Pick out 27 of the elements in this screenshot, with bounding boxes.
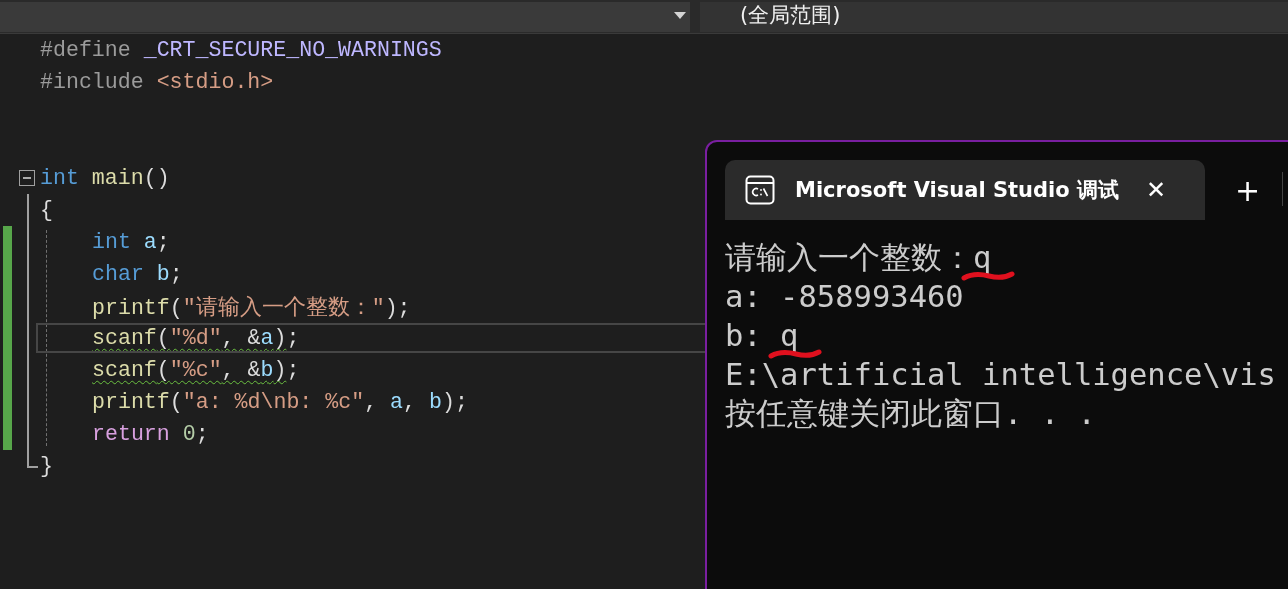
- collapse-icon[interactable]: [19, 170, 35, 186]
- code-line: printf("请输入一个整数：");: [91, 294, 411, 321]
- code-line: return 0;: [91, 422, 209, 446]
- console-text: E:\artificial intelligence\vis: [725, 357, 1276, 392]
- console-text: q: [973, 240, 992, 275]
- caret-icon: [674, 12, 686, 19]
- console-text: 请输入一个整数：: [725, 240, 973, 275]
- code-line: printf("a: %d\nb: %c", a, b);: [91, 390, 468, 414]
- console-text: a: -858993460: [725, 279, 964, 314]
- code-line: scanf("%c", &b);: [91, 358, 300, 382]
- code-line: int main(): [40, 166, 170, 190]
- console-text: q: [780, 318, 799, 353]
- tab-title: Microsoft Visual Studio 调试: [795, 177, 1121, 204]
- code-line: {: [40, 198, 53, 222]
- terminal-icon: [745, 175, 775, 205]
- code-line: #include <stdio.h>: [40, 70, 274, 94]
- code-line: scanf("%d", &a);: [91, 326, 300, 350]
- code-line: int a;: [91, 230, 170, 254]
- code-line: }: [40, 454, 53, 478]
- console-text: b:: [725, 318, 763, 353]
- new-tab-button[interactable]: +: [1227, 173, 1269, 208]
- console-tab[interactable]: Microsoft Visual Studio 调试 ✕: [725, 160, 1205, 220]
- console-text: 按任意键关闭此窗口. . .: [725, 396, 1096, 431]
- code-line: char b;: [91, 262, 183, 286]
- scope-dropdown[interactable]: (全局范围): [700, 2, 1288, 32]
- code-line: #define _CRT_SECURE_NO_WARNINGS: [40, 38, 442, 62]
- close-button[interactable]: ✕: [1140, 176, 1173, 204]
